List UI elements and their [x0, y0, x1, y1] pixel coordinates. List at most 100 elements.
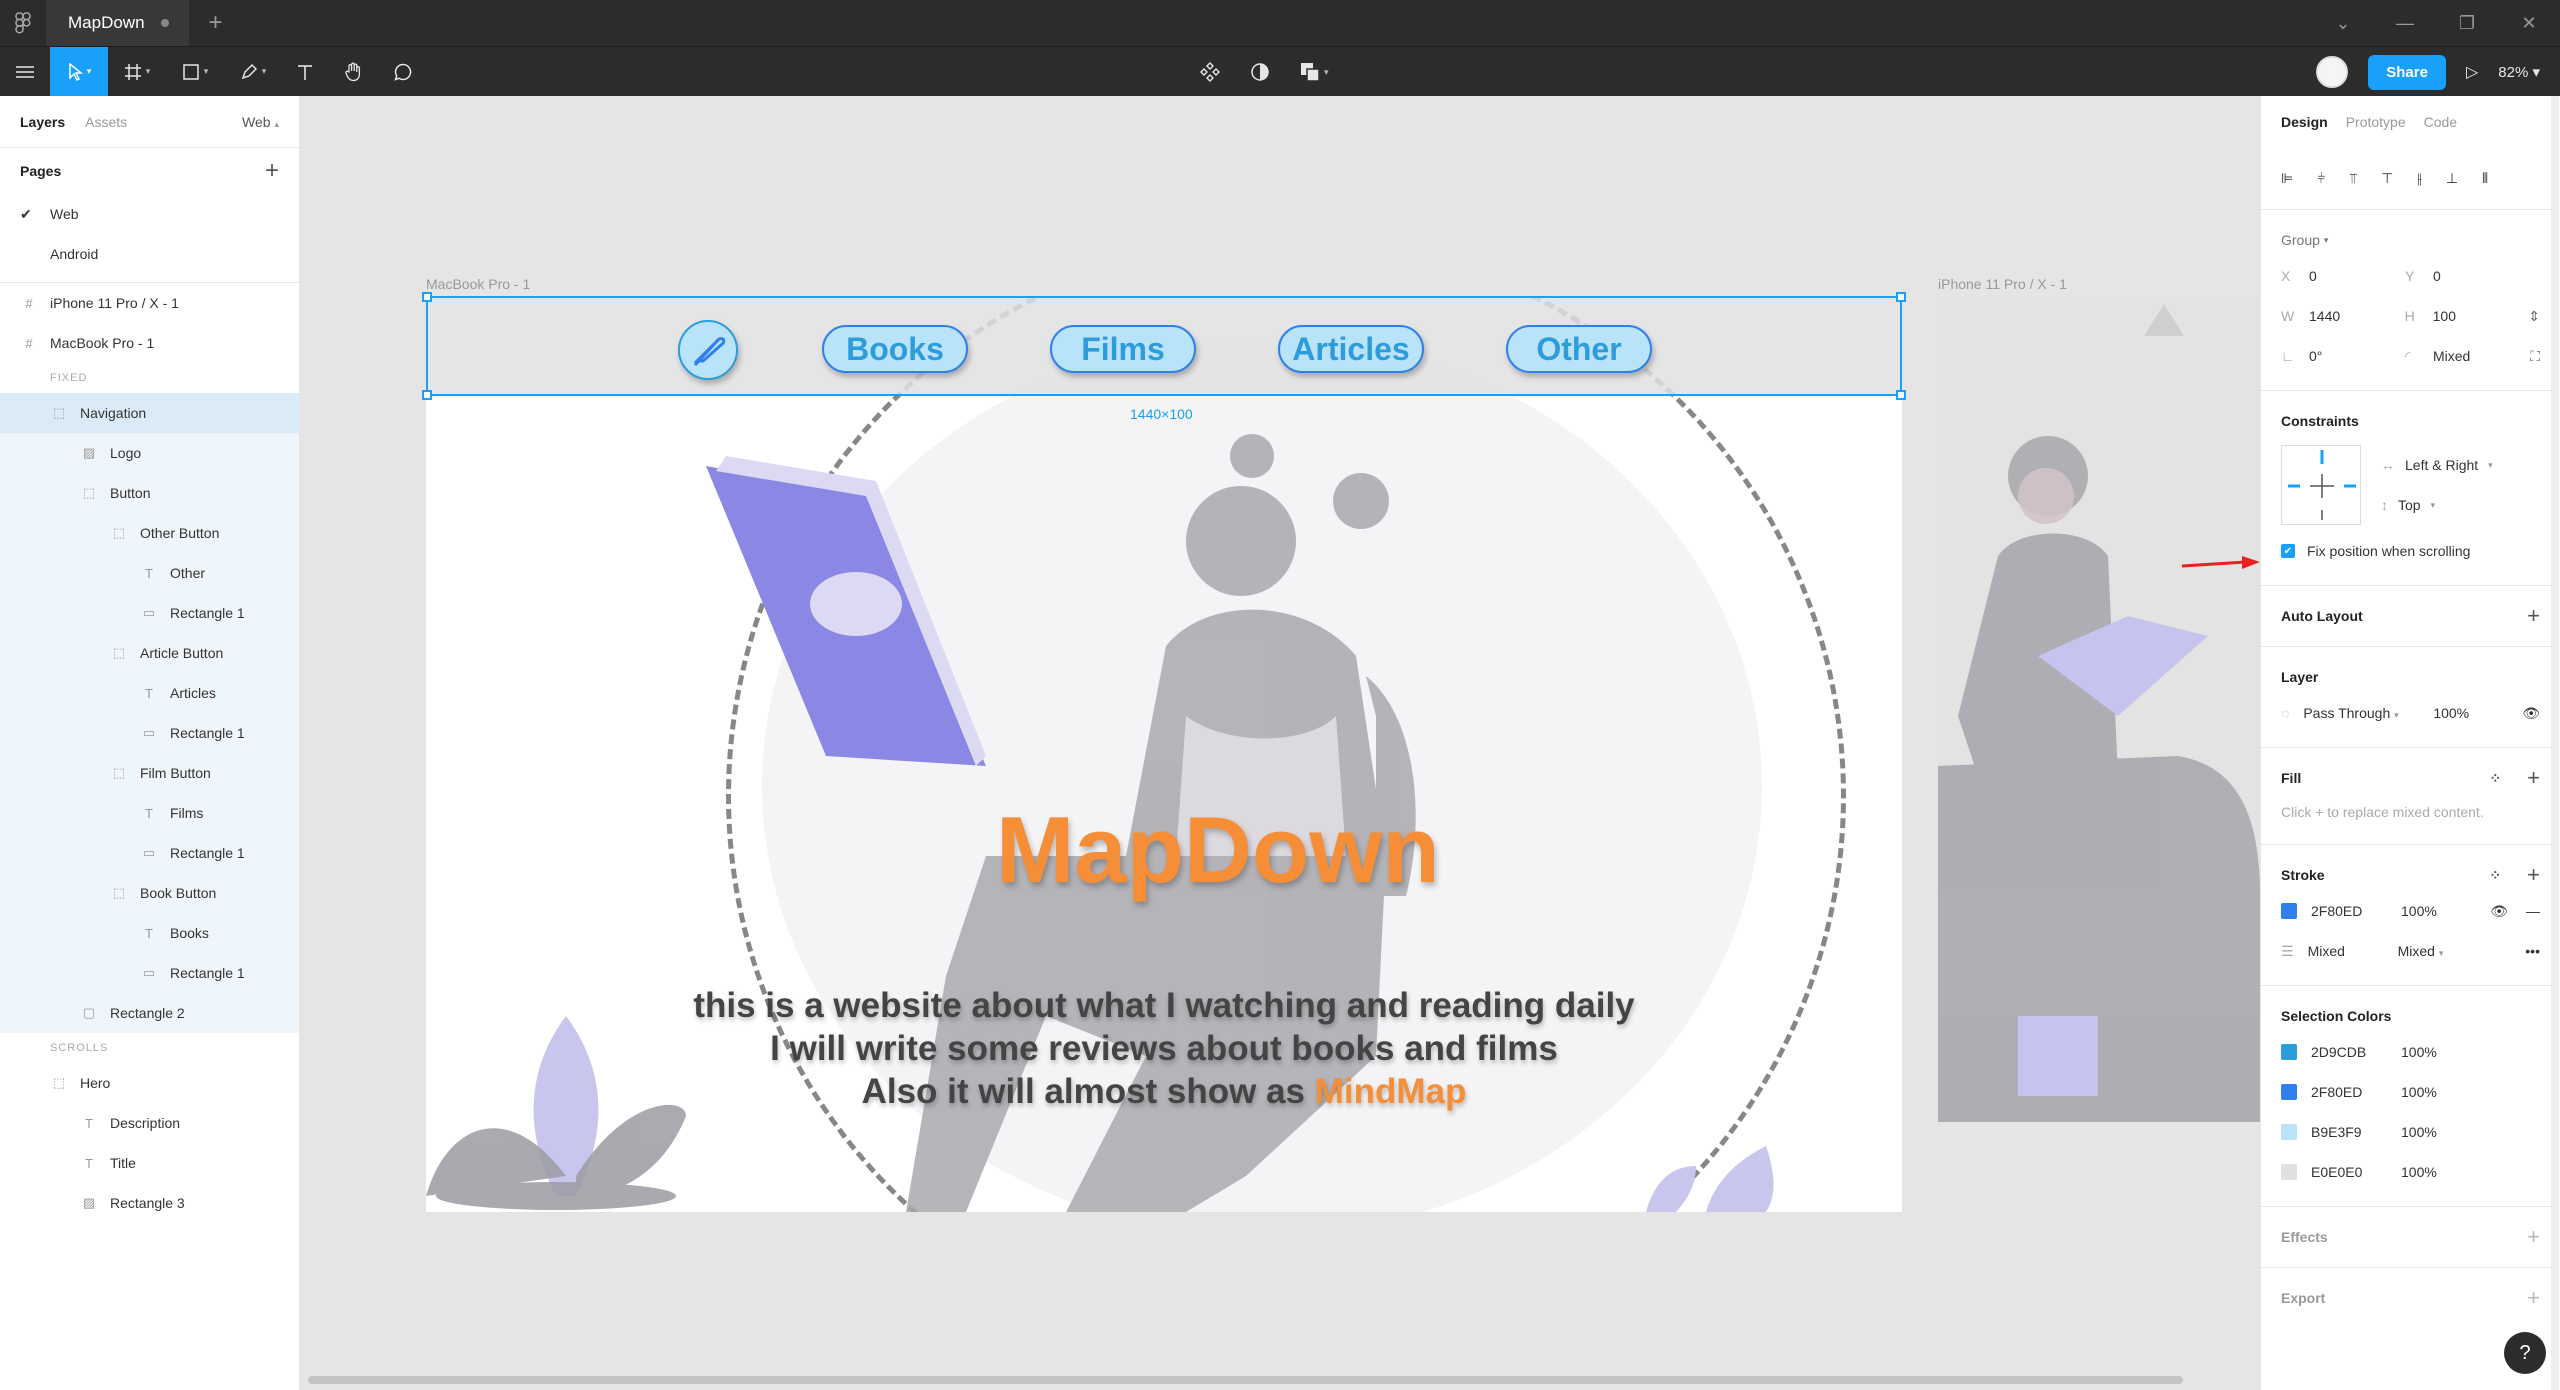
page-selector[interactable]: Web ▴ — [242, 114, 279, 130]
hero-title[interactable]: MapDown — [996, 796, 1440, 904]
distribute-icon[interactable]: ⫴ — [2482, 170, 2488, 187]
group-dropdown[interactable]: Group ▾ — [2281, 224, 2540, 256]
file-tab[interactable]: MapDown — [46, 0, 189, 46]
page-item-android[interactable]: Android — [0, 234, 299, 274]
constrain-proportions-icon[interactable]: ⇕ — [2528, 308, 2540, 325]
selection-color-row[interactable]: E0E0E0 100% — [2281, 1152, 2540, 1192]
align-bottom-icon[interactable]: ⊥ — [2446, 170, 2458, 187]
nav-other-button[interactable]: Other — [1506, 325, 1652, 373]
nav-articles-button[interactable]: Articles — [1278, 325, 1424, 373]
layer-rectangle[interactable]: ▭ Rectangle 1 — [0, 833, 299, 873]
fix-position-checkbox[interactable]: ✔ Fix position when scrolling — [2281, 531, 2540, 571]
layer-rectangle[interactable]: ▭ Rectangle 1 — [0, 953, 299, 993]
radius-field[interactable]: ◜ Mixed — [2405, 348, 2529, 365]
layer-rectangle[interactable]: ▭ Rectangle 1 — [0, 713, 299, 753]
eye-icon[interactable]: 👁 — [2522, 705, 2540, 722]
vertical-constraint-dropdown[interactable]: ↕ Top ▾ — [2381, 485, 2493, 525]
frame-label-macbook[interactable]: MacBook Pro - 1 — [426, 276, 530, 292]
constraints-widget[interactable] — [2281, 445, 2361, 525]
blend-mode-dropdown[interactable]: Pass Through ▾ — [2303, 705, 2413, 721]
layer-rectangle-2[interactable]: ▢ Rectangle 2 — [0, 993, 299, 1033]
color-swatch[interactable] — [2281, 1164, 2297, 1180]
macbook-frame[interactable]: MapDown this is a website about what I w… — [426, 296, 1902, 1212]
layer-button[interactable]: ⬚ Button — [0, 473, 299, 513]
move-tool-button[interactable]: ▾ — [50, 46, 108, 97]
tab-prototype[interactable]: Prototype — [2346, 114, 2406, 130]
layer-navigation[interactable]: ⬚ Navigation — [0, 393, 299, 433]
nav-logo[interactable] — [678, 320, 738, 380]
styles-icon[interactable]: ⁘ — [2489, 770, 2501, 787]
stroke-align-dropdown[interactable]: Mixed ▾ — [2398, 943, 2444, 959]
rotation-field[interactable]: ∟ 0° — [2281, 348, 2405, 364]
resize-handle[interactable] — [422, 292, 432, 302]
remove-stroke-icon[interactable]: — — [2526, 903, 2540, 919]
align-left-icon[interactable]: ⊫ — [2281, 170, 2293, 187]
resize-handle[interactable] — [422, 390, 432, 400]
boolean-ops-button[interactable]: ▾ — [1300, 47, 1329, 97]
layer-logo[interactable]: ▨ Logo — [0, 433, 299, 473]
comment-tool-button[interactable] — [378, 47, 428, 97]
align-top-icon[interactable]: ⊤ — [2381, 170, 2393, 187]
hero-description[interactable]: this is a website about what I watching … — [426, 984, 1902, 1113]
h-field[interactable]: H 100 — [2405, 308, 2529, 324]
figma-menu-icon[interactable] — [0, 0, 46, 46]
nav-books-button[interactable]: Books — [822, 325, 968, 373]
resize-handle[interactable] — [1896, 390, 1906, 400]
layer-description[interactable]: T Description — [0, 1103, 299, 1143]
w-field[interactable]: W 1440 — [2281, 308, 2405, 324]
restore-icon[interactable]: ❐ — [2436, 0, 2498, 46]
add-page-icon[interactable]: + — [265, 157, 279, 185]
add-effect-icon[interactable]: + — [2527, 1224, 2540, 1250]
close-icon[interactable]: ✕ — [2498, 0, 2560, 46]
help-icon[interactable]: ? — [2504, 1332, 2546, 1374]
layer-book-button[interactable]: ⬚ Book Button — [0, 873, 299, 913]
tab-assets[interactable]: Assets — [85, 114, 127, 130]
selection-color-row[interactable]: B9E3F9 100% — [2281, 1112, 2540, 1152]
layer-frame-macbook[interactable]: # MacBook Pro - 1 — [0, 323, 299, 363]
frame-tool-button[interactable]: ▾ — [108, 47, 166, 97]
resize-handle[interactable] — [1896, 292, 1906, 302]
stroke-color-row[interactable]: 2F80ED 100% 👁 — — [2281, 891, 2540, 931]
tab-design[interactable]: Design — [2281, 114, 2328, 130]
eye-icon[interactable]: 👁 — [2490, 903, 2508, 920]
align-middle-v-icon[interactable]: ⫲ — [2417, 170, 2422, 187]
stroke-swatch[interactable] — [2281, 903, 2297, 919]
layer-other-button[interactable]: ⬚ Other Button — [0, 513, 299, 553]
selection-color-row[interactable]: 2F80ED 100% — [2281, 1072, 2540, 1112]
layer-film-button[interactable]: ⬚ Film Button — [0, 753, 299, 793]
avatar[interactable] — [2316, 56, 2349, 88]
layer-articles-text[interactable]: T Articles — [0, 673, 299, 713]
mask-icon[interactable] — [1250, 47, 1270, 97]
tab-layers[interactable]: Layers — [20, 114, 65, 130]
hand-tool-button[interactable] — [328, 47, 378, 97]
iphone-frame[interactable] — [1938, 296, 2260, 1122]
align-right-icon[interactable]: ⫪ — [2349, 170, 2357, 187]
x-field[interactable]: X0 — [2281, 268, 2405, 284]
page-item-web[interactable]: ✔ Web — [0, 194, 299, 234]
layer-other-text[interactable]: T Other — [0, 553, 299, 593]
chevron-down-icon[interactable]: ⌄ — [2312, 0, 2374, 46]
color-swatch[interactable] — [2281, 1124, 2297, 1140]
stroke-opacity[interactable]: 100% — [2401, 903, 2437, 919]
navigation-frame-selected[interactable]: Books Films Articles Other — [422, 292, 1906, 400]
layer-rectangle[interactable]: ▭ Rectangle 1 — [0, 593, 299, 633]
frame-label-iphone[interactable]: iPhone 11 Pro / X - 1 — [1938, 276, 2067, 292]
zoom-dropdown[interactable]: 82% ▾ — [2498, 63, 2540, 81]
main-menu-icon[interactable] — [0, 47, 50, 97]
add-stroke-icon[interactable]: + — [2527, 862, 2540, 888]
horizontal-constraint-dropdown[interactable]: ↔ Left & Right ▾ — [2381, 445, 2493, 485]
new-tab-icon[interactable]: + — [209, 9, 223, 37]
independent-corners-icon[interactable]: ⛶ — [2530, 348, 2540, 365]
layer-opacity[interactable]: 100% — [2433, 705, 2469, 721]
share-button[interactable]: Share — [2368, 54, 2446, 90]
shape-tool-button[interactable]: ▾ — [166, 47, 224, 97]
y-field[interactable]: Y0 — [2405, 268, 2529, 284]
layer-hero[interactable]: ⬚ Hero — [0, 1063, 299, 1103]
text-tool-button[interactable] — [282, 47, 328, 97]
layer-title[interactable]: T Title — [0, 1143, 299, 1183]
selection-color-row[interactable]: 2D9CDB 100% — [2281, 1032, 2540, 1072]
vertical-scrollbar[interactable] — [2551, 96, 2559, 1390]
stroke-weight[interactable]: Mixed — [2308, 943, 2398, 959]
canvas[interactable]: MacBook Pro - 1 iPhone 11 Pro / X - 1 Ma… — [300, 96, 2260, 1390]
more-options-icon[interactable]: ••• — [2525, 943, 2540, 959]
